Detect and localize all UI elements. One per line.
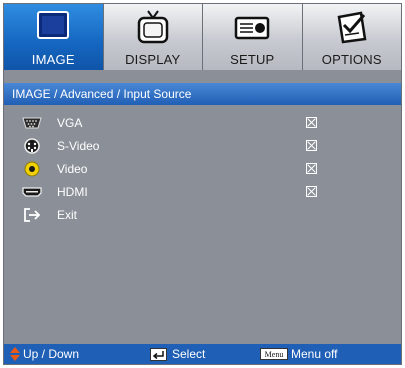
item-label: S-Video xyxy=(57,139,100,153)
tab-image[interactable]: IMAGE xyxy=(4,4,104,70)
tab-display[interactable]: DISPLAY xyxy=(103,4,203,70)
tab-label: DISPLAY xyxy=(125,52,181,67)
vga-port-icon xyxy=(22,117,42,129)
svideo-port-icon xyxy=(24,138,40,154)
tv-icon xyxy=(137,10,168,44)
item-label: Video xyxy=(57,162,88,176)
up-down-arrow-icon xyxy=(10,347,20,361)
hint-label: Up / Down xyxy=(23,347,80,361)
video-rca-icon xyxy=(24,161,40,177)
projector-icon xyxy=(235,16,270,40)
options-check-icon xyxy=(337,11,367,44)
list-item-vga[interactable]: VGA xyxy=(4,112,401,135)
enter-key-icon xyxy=(150,348,167,361)
tab-label: OPTIONS xyxy=(321,52,382,67)
checkbox[interactable] xyxy=(306,140,317,151)
hint-label: Menu off xyxy=(291,347,338,361)
item-label: Exit xyxy=(57,208,78,222)
osd-menu: IMAGE DISPLAY SETUP OPTIONS IMAGE / Adva… xyxy=(3,3,402,365)
tab-bar: IMAGE DISPLAY SETUP OPTIONS xyxy=(4,4,401,70)
tab-setup[interactable]: SETUP xyxy=(203,4,303,70)
tab-label: IMAGE xyxy=(31,52,75,67)
footer-hints: Up / Down Select Menu Menu off xyxy=(4,344,401,364)
list-item-video[interactable]: Video xyxy=(4,158,401,181)
menu-key-icon: Menu xyxy=(260,348,288,360)
breadcrumb: IMAGE / Advanced / Input Source xyxy=(4,83,401,105)
tab-label: SETUP xyxy=(230,52,275,67)
list-item-svideo[interactable]: S-Video xyxy=(4,135,401,158)
exit-icon xyxy=(24,208,41,222)
hint-label: Select xyxy=(172,347,206,361)
checkbox[interactable] xyxy=(306,163,317,174)
monitor-icon xyxy=(37,11,70,39)
hdmi-port-icon xyxy=(22,187,42,197)
item-label: VGA xyxy=(57,116,83,130)
checkbox[interactable] xyxy=(306,117,317,128)
list-item-hdmi[interactable]: HDMI xyxy=(4,181,401,204)
list-item-exit[interactable]: Exit xyxy=(4,204,401,227)
tab-options[interactable]: OPTIONS xyxy=(302,4,401,70)
checkbox[interactable] xyxy=(306,186,317,197)
input-source-list: VGA S-Video Video HDMI Exit xyxy=(4,112,401,227)
item-label: HDMI xyxy=(57,185,88,199)
